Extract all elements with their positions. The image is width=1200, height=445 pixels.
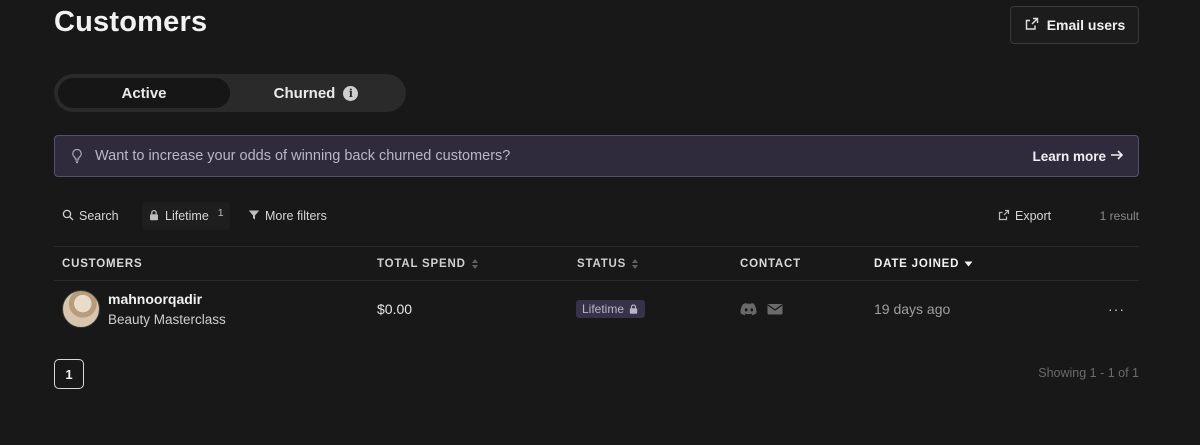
column-status[interactable]: STATUS <box>577 247 639 281</box>
export-button[interactable]: Export <box>998 202 1051 230</box>
more-filters-button[interactable]: More filters <box>248 202 327 230</box>
info-icon[interactable]: i <box>343 85 359 101</box>
tab-churned[interactable]: Churned i <box>230 78 402 108</box>
column-date-joined-label: DATE JOINED <box>874 258 960 270</box>
email-users-label: Email users <box>1046 17 1126 33</box>
total-spend-value: $0.00 <box>377 301 413 317</box>
search-label: Search <box>79 209 119 223</box>
status-label: Lifetime <box>582 302 625 316</box>
learn-more-link[interactable]: Learn more <box>1032 149 1124 164</box>
row-actions: ··· <box>1108 281 1125 337</box>
customer-product: Beauty Masterclass <box>108 312 226 327</box>
mail-icon[interactable] <box>766 302 784 316</box>
search-button[interactable]: Search <box>62 202 119 230</box>
customer-info: mahnoorqadir Beauty Masterclass <box>108 291 226 327</box>
date-joined-value: 19 days ago <box>874 301 951 317</box>
caret-down-icon <box>964 261 973 267</box>
table-header: CUSTOMERS TOTAL SPEND STATUS CONTACT DAT… <box>54 246 1139 281</box>
lock-icon <box>148 209 160 224</box>
column-customers-label: CUSTOMERS <box>62 258 143 270</box>
column-customers: CUSTOMERS <box>62 247 142 281</box>
arrow-right-icon <box>1110 149 1124 164</box>
avatar <box>62 290 100 328</box>
winback-banner: Want to increase your odds of winning ba… <box>54 135 1139 177</box>
filter-icon <box>248 209 260 224</box>
column-date-joined[interactable]: DATE JOINED <box>874 247 973 281</box>
sort-icon <box>632 259 639 269</box>
tab-bar: Active Churned i <box>54 74 406 112</box>
page-button-1[interactable]: 1 <box>54 359 84 389</box>
lightbulb-icon <box>69 148 85 164</box>
banner-text: Want to increase your odds of winning ba… <box>95 148 511 164</box>
share-icon <box>1024 16 1040 35</box>
result-count: 1 result <box>1099 209 1139 223</box>
date-joined-cell: 19 days ago <box>874 281 950 337</box>
lifetime-filter[interactable]: Lifetime 1 <box>142 202 230 230</box>
column-contact-label: CONTACT <box>740 258 801 270</box>
status-badge: Lifetime <box>576 300 646 318</box>
customer-cell: mahnoorqadir Beauty Masterclass <box>62 281 362 337</box>
export-label: Export <box>1015 209 1052 223</box>
tab-active[interactable]: Active <box>58 78 230 108</box>
contact-cell <box>740 281 784 337</box>
column-total-spend[interactable]: TOTAL SPEND <box>377 247 479 281</box>
column-total-spend-label: TOTAL SPEND <box>377 258 466 270</box>
page-title: Customers <box>54 6 208 38</box>
discord-icon[interactable] <box>740 302 758 316</box>
tab-active-label: Active <box>121 84 167 102</box>
tab-churned-label: Churned <box>273 84 336 102</box>
email-users-button[interactable]: Email users <box>1010 6 1139 44</box>
sort-icon <box>471 259 478 269</box>
more-options-button[interactable]: ··· <box>1108 301 1125 317</box>
total-spend-cell: $0.00 <box>377 281 412 337</box>
column-contact: CONTACT <box>740 247 801 281</box>
lock-icon <box>629 304 638 314</box>
column-status-label: STATUS <box>577 258 627 270</box>
table-row[interactable]: mahnoorqadir Beauty Masterclass $0.00 Li… <box>54 281 1139 337</box>
customers-page: Customers Email users Active Churned i W… <box>54 0 1139 445</box>
table-toolbar: Search Lifetime 1 More filters Export 1 … <box>54 202 1139 230</box>
status-cell: Lifetime <box>576 281 646 337</box>
learn-more-label: Learn more <box>1032 148 1106 164</box>
lifetime-label: Lifetime <box>165 209 209 223</box>
export-icon <box>998 209 1010 224</box>
lifetime-count: 1 <box>217 207 224 219</box>
more-filters-label: More filters <box>265 209 327 223</box>
search-icon <box>62 209 74 224</box>
customers-table: CUSTOMERS TOTAL SPEND STATUS CONTACT DAT… <box>54 246 1139 337</box>
showing-text: Showing 1 - 1 of 1 <box>1038 366 1139 380</box>
customer-name[interactable]: mahnoorqadir <box>108 291 226 307</box>
